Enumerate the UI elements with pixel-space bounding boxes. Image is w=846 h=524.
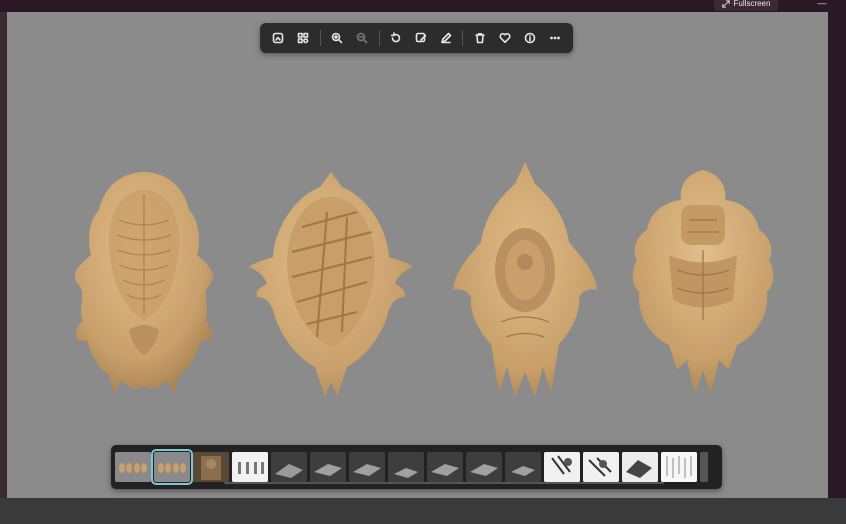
more-button[interactable] [542, 27, 567, 49]
filmstrip-scrollbar[interactable] [224, 482, 664, 484]
filmstrip-thumbnail-selected[interactable] [151, 449, 193, 485]
delete-button[interactable] [467, 27, 492, 49]
toolbar-separator [378, 30, 380, 46]
filmstrip-thumbnail[interactable] [544, 452, 580, 482]
favorite-icon [499, 32, 511, 44]
crop-image-button[interactable] [266, 27, 291, 49]
armor-plate-1 [74, 172, 214, 395]
filmstrip-thumbnail[interactable] [388, 452, 424, 482]
right-edge [828, 12, 846, 498]
toolbar-separator [462, 30, 464, 46]
draw-button[interactable] [433, 27, 458, 49]
filmstrip-thumbnail[interactable] [583, 452, 619, 482]
filmstrip-thumbnail[interactable] [466, 452, 502, 482]
filmstrip-thumbnail[interactable] [193, 452, 229, 482]
filmstrip-thumbnail[interactable] [505, 452, 541, 482]
filmstrip-thumbnail[interactable] [310, 452, 346, 482]
crop-image-icon [273, 32, 284, 44]
filmstrip-thumbnail[interactable] [700, 452, 708, 482]
zoom-out-button[interactable] [350, 27, 375, 49]
armor-plate-3 [453, 162, 597, 397]
taskbar-strip [0, 498, 846, 524]
delete-icon [474, 33, 485, 44]
toolbar-separator [319, 30, 321, 46]
armor-plate-4 [632, 170, 774, 395]
fullscreen-label: Fullscreen [733, 0, 771, 8]
info-icon [524, 32, 535, 44]
info-button[interactable] [517, 27, 542, 49]
filmstrip-thumbnail[interactable] [232, 452, 268, 482]
edit-image-icon [415, 32, 427, 43]
edit-image-button[interactable] [409, 27, 434, 49]
rotate-button[interactable] [384, 27, 409, 49]
favorite-button[interactable] [492, 27, 517, 49]
image-canvas [7, 12, 828, 498]
more-icon [549, 36, 560, 40]
filmstrip-thumbnail[interactable] [427, 452, 463, 482]
viewer-toolbar [260, 23, 573, 53]
filmstrip-thumbnail[interactable] [349, 452, 385, 482]
draw-icon [441, 32, 452, 44]
filmstrip-thumbnail[interactable] [622, 452, 658, 482]
rotate-icon [390, 32, 401, 43]
left-edge [0, 12, 7, 498]
title-bar: Fullscreen — [0, 0, 846, 12]
filmstrip [111, 445, 722, 489]
expand-icon [721, 0, 730, 8]
zoom-out-icon [356, 32, 368, 44]
minimize-button[interactable]: — [815, 0, 829, 8]
zoom-in-icon [331, 32, 343, 44]
fullscreen-button[interactable]: Fullscreen [714, 0, 778, 11]
visual-search-button[interactable] [291, 27, 316, 49]
visual-search-icon [298, 32, 309, 44]
filmstrip-thumbnail[interactable] [661, 452, 697, 482]
filmstrip-thumbnail[interactable] [271, 452, 307, 482]
armor-plate-2 [249, 172, 413, 397]
zoom-in-button[interactable] [325, 27, 350, 49]
filmstrip-thumbnail[interactable] [115, 452, 151, 482]
